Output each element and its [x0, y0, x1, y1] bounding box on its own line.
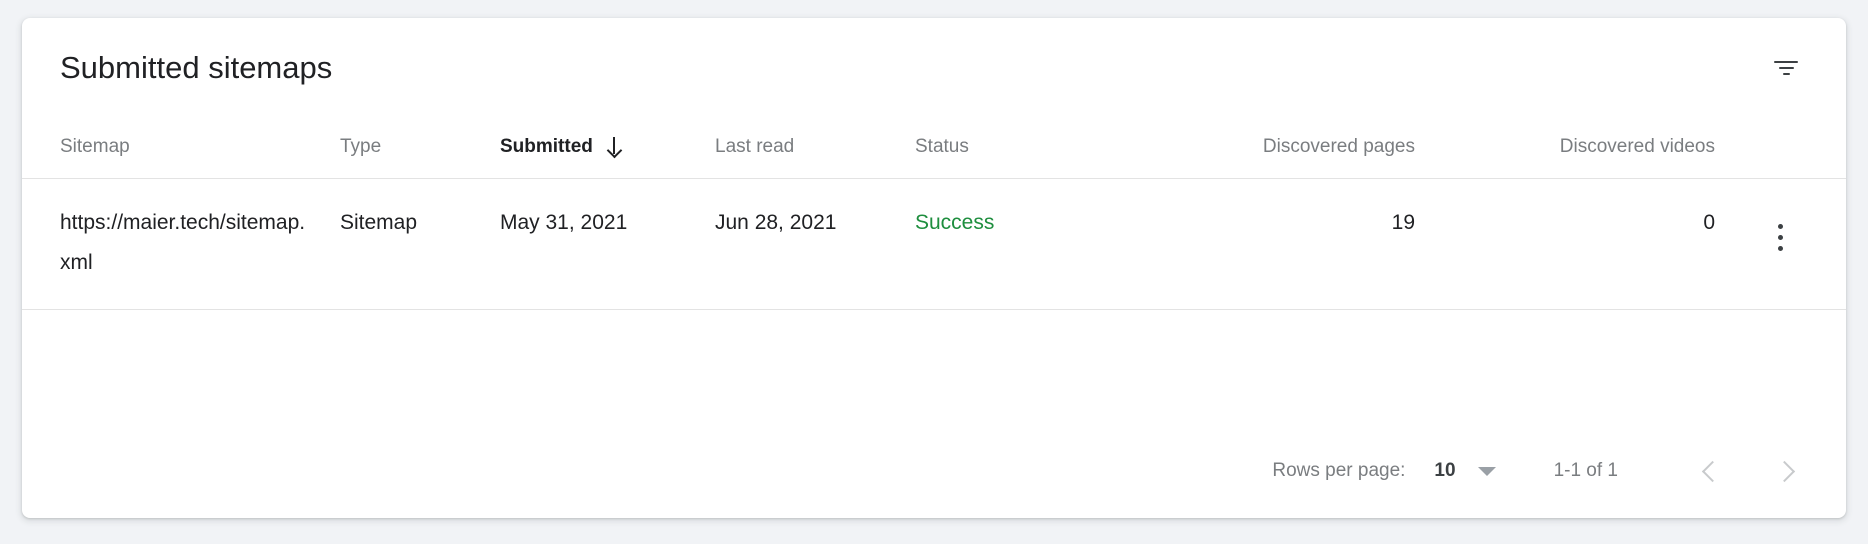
- cell-submitted: May 31, 2021: [500, 210, 628, 234]
- column-header-submitted[interactable]: Submitted: [500, 118, 715, 178]
- chevron-right-icon: [1773, 460, 1795, 482]
- column-header-last-read[interactable]: Last read: [715, 118, 915, 178]
- filter-funnel-icon: [1773, 59, 1799, 77]
- cell-type: Sitemap: [340, 210, 418, 234]
- column-header-status[interactable]: Status: [915, 118, 1145, 178]
- sitemaps-table: Sitemap Type Submitted Last read Status: [22, 118, 1846, 310]
- rows-per-page-label: Rows per page:: [1272, 460, 1406, 481]
- page-title: Submitted sitemaps: [60, 50, 333, 85]
- column-header-label: Submitted: [500, 135, 593, 157]
- next-page-button[interactable]: [1762, 447, 1810, 495]
- chevron-left-icon: [1701, 460, 1723, 482]
- column-header-label: Discovered pages: [1262, 135, 1415, 157]
- column-header-label: Sitemap: [60, 135, 130, 157]
- column-header-label: Last read: [715, 135, 795, 157]
- sitemap-url: https://maier.tech/sitemap.xml: [60, 210, 306, 274]
- more-vert-icon[interactable]: [1761, 217, 1801, 257]
- column-header-actions: [1715, 118, 1846, 178]
- column-header-discovered-pages[interactable]: Discovered pages: [1145, 118, 1415, 178]
- column-header-sitemap[interactable]: Sitemap: [22, 118, 340, 178]
- column-header-label: Type: [340, 135, 382, 157]
- chevron-down-icon: [1477, 466, 1496, 476]
- filter-button[interactable]: [1762, 44, 1810, 92]
- pagination-bar: Rows per page: 10 1-1 of 1: [22, 424, 1846, 518]
- cell-discovered-pages: 19: [1391, 210, 1415, 234]
- column-header-discovered-videos[interactable]: Discovered videos: [1415, 118, 1715, 178]
- table-row[interactable]: https://maier.tech/sitemap.xml Sitemap M…: [22, 179, 1846, 310]
- footer-divider: [22, 308, 1846, 310]
- cell-discovered-videos: 0: [1703, 210, 1715, 234]
- rows-per-page-value: 10: [1434, 460, 1456, 481]
- submitted-sitemaps-card: Submitted sitemaps Sitemap Type Submitte…: [22, 18, 1846, 518]
- card-header: Submitted sitemaps: [22, 18, 1846, 118]
- cell-last-read: Jun 28, 2021: [715, 210, 837, 234]
- pagination-range: 1-1 of 1: [1553, 460, 1618, 481]
- cell-sitemap[interactable]: https://maier.tech/sitemap.xml: [22, 179, 340, 310]
- column-header-label: Discovered videos: [1559, 135, 1715, 157]
- column-header-type[interactable]: Type: [340, 118, 500, 178]
- cell-actions: [1715, 179, 1846, 310]
- status-badge: Success: [915, 210, 995, 234]
- table-header-row: Sitemap Type Submitted Last read Status: [22, 118, 1846, 178]
- column-header-label: Status: [915, 135, 969, 157]
- previous-page-button[interactable]: [1686, 447, 1734, 495]
- arrow-down-icon: [607, 137, 621, 156]
- rows-per-page-select[interactable]: 10: [1434, 460, 1496, 482]
